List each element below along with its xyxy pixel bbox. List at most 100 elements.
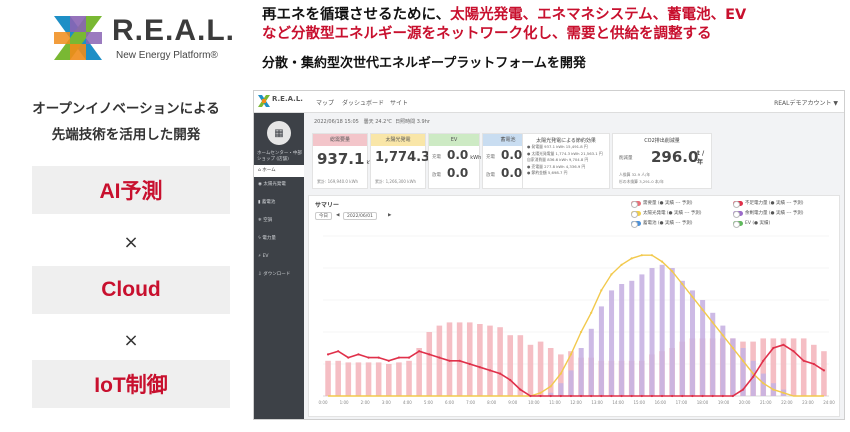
stat-cumulative: 累計: 1,266,300 kWh xyxy=(375,179,417,184)
site-name-line2: ショップ (店舗) xyxy=(257,157,289,162)
point-solar xyxy=(691,295,694,298)
point-shortage xyxy=(448,359,451,362)
point-shortage xyxy=(539,394,542,398)
point-solar xyxy=(640,254,643,257)
point-solar xyxy=(782,391,785,394)
x-tick-label: 23:00 xyxy=(802,400,814,405)
line-shortage xyxy=(327,343,825,397)
point-shortage xyxy=(387,359,390,362)
dashboard-app-name: R.E.A.L. xyxy=(272,95,303,103)
x-tick-label: 18:00 xyxy=(697,400,709,405)
bar-demand xyxy=(335,360,341,396)
bar-demand xyxy=(780,338,787,396)
point-solar xyxy=(701,308,704,311)
point-shortage xyxy=(620,394,623,398)
x-tick-label: 15:00 xyxy=(633,400,645,405)
point-shortage xyxy=(701,394,704,398)
sidebar-item-download[interactable]: ⇩ ダウンロード xyxy=(254,269,304,281)
x-tick-label: 14:00 xyxy=(612,400,624,405)
bar-demand xyxy=(497,327,503,396)
headline-line1-red: 太陽光発電、エネマネシステム、蓄電池、EV xyxy=(450,7,747,23)
nav-map[interactable]: マップ xyxy=(316,98,334,107)
stat-card-demand: 総需要量 937.1kWh 累計: 169,940.0 kWh xyxy=(312,133,377,189)
point-solar xyxy=(549,385,552,388)
sidebar-item-aircon[interactable]: ❄ 空調 xyxy=(254,215,304,227)
x-tick-label: 8:00 xyxy=(487,400,496,405)
demand-value: 937.1 xyxy=(317,150,365,168)
point-shortage xyxy=(711,394,714,398)
point-solar xyxy=(671,270,674,273)
x-tick-label: 12:00 xyxy=(570,400,582,405)
bar-demand xyxy=(386,364,392,396)
open-innovation-text: オープンイノベーションによる 先端技術を活用した開発 xyxy=(6,96,246,148)
stat-label: EV xyxy=(429,134,479,146)
stat-card-ev: EV 充電 0.0 kWh 放電 0.0 xyxy=(428,133,481,189)
sunshine-hours: 3.9hr xyxy=(416,119,430,125)
bar-demand xyxy=(365,362,372,396)
account-menu[interactable]: REALデモアカウント ▼ xyxy=(774,98,838,107)
bar-demand xyxy=(446,322,453,396)
bar-surplus xyxy=(598,306,604,396)
point-shortage xyxy=(812,362,815,366)
x-tick-label: 11:00 xyxy=(549,400,561,405)
sidebar-item-home[interactable]: ⌂ ホーム xyxy=(254,165,304,177)
bar-surplus xyxy=(588,328,594,396)
sidebar-item-battery[interactable]: ▮ 蓄電池 xyxy=(254,197,304,209)
sidebar-item-solar[interactable]: ◉ 太陽光発電 xyxy=(254,179,304,191)
headline-line2-red: など分散型エネルギー源をネットワーク化し、需要と供給を調整する xyxy=(262,26,712,42)
ev-charge-value: 0.0 xyxy=(447,148,469,162)
x-tick-label: 3:00 xyxy=(382,400,391,405)
bar-demand xyxy=(406,360,412,396)
bar-demand xyxy=(821,351,827,396)
point-shortage xyxy=(468,362,471,366)
real-logo-mark-icon xyxy=(54,16,102,60)
bar-demand xyxy=(396,362,402,396)
x-tick-label: 9:00 xyxy=(508,400,517,405)
point-shortage xyxy=(671,394,674,398)
bar-demand xyxy=(487,325,493,396)
x-tick-label: 17:00 xyxy=(676,400,688,405)
point-shortage xyxy=(407,356,411,359)
point-shortage xyxy=(509,378,512,382)
point-shortage xyxy=(418,350,421,353)
bar-surplus xyxy=(669,268,675,396)
real-logo: R.E.A.L. New Energy Platform® xyxy=(50,12,240,64)
point-solar xyxy=(772,388,775,391)
co2-value: 296.0 xyxy=(651,148,699,166)
bar-surplus xyxy=(578,348,584,396)
point-shortage xyxy=(610,394,613,398)
sidebar-item-label: ホーム xyxy=(262,168,276,173)
battery-charge-label: 充電 xyxy=(486,155,495,160)
bar-surplus xyxy=(568,370,574,396)
line-solar xyxy=(328,254,824,397)
times-separator: × xyxy=(123,330,139,351)
stat-cumulative: 累計: 169,940.0 kWh xyxy=(317,179,359,184)
bar-surplus xyxy=(700,300,706,396)
bar-surplus xyxy=(619,284,625,396)
summary-chart: 0:00 1:00 2:00 3:00 4:00 5:00 6:00 7:00 8:00 9:00… xyxy=(319,235,835,405)
nav-dashboard[interactable]: ダッシュボード xyxy=(342,98,384,107)
point-shortage xyxy=(347,356,350,359)
nav-site[interactable]: サイト xyxy=(390,98,408,107)
bar-demand xyxy=(477,324,483,396)
point-shortage xyxy=(681,394,684,398)
bar-surplus xyxy=(609,290,615,396)
x-tick-label: 6:00 xyxy=(445,400,454,405)
sidebar-item-ev[interactable]: ⚡ EV xyxy=(254,251,304,263)
stat-card-solar: 太陽光発電 1,774.3kWh 累計: 1,266,300 kWh xyxy=(370,133,443,189)
intro-line-2: 先端技術を活用した開発 xyxy=(51,127,201,143)
point-shortage xyxy=(792,350,795,353)
solar-value: 1,774.3 xyxy=(375,150,431,165)
co2-unit: t / 年 xyxy=(697,150,705,166)
co2-panel: CO2排出削減量 削減量 296.0 t / 年 人換算 32.9 人/年 杉の… xyxy=(612,133,712,189)
bar-demand xyxy=(345,362,352,396)
point-solar xyxy=(620,263,623,266)
sidebar-item-power[interactable]: ϟ 電力量 xyxy=(254,233,304,245)
x-tick-label: 19:00 xyxy=(718,400,730,405)
point-shortage xyxy=(357,353,360,356)
bar-demand xyxy=(527,344,534,396)
point-shortage xyxy=(478,366,481,369)
point-shortage xyxy=(488,369,492,372)
subheadline: 分散・集約型次世代エネルギープラットフォームを開発 xyxy=(262,56,586,71)
savings-title: 太陽光発電による節約効果 xyxy=(536,138,596,144)
